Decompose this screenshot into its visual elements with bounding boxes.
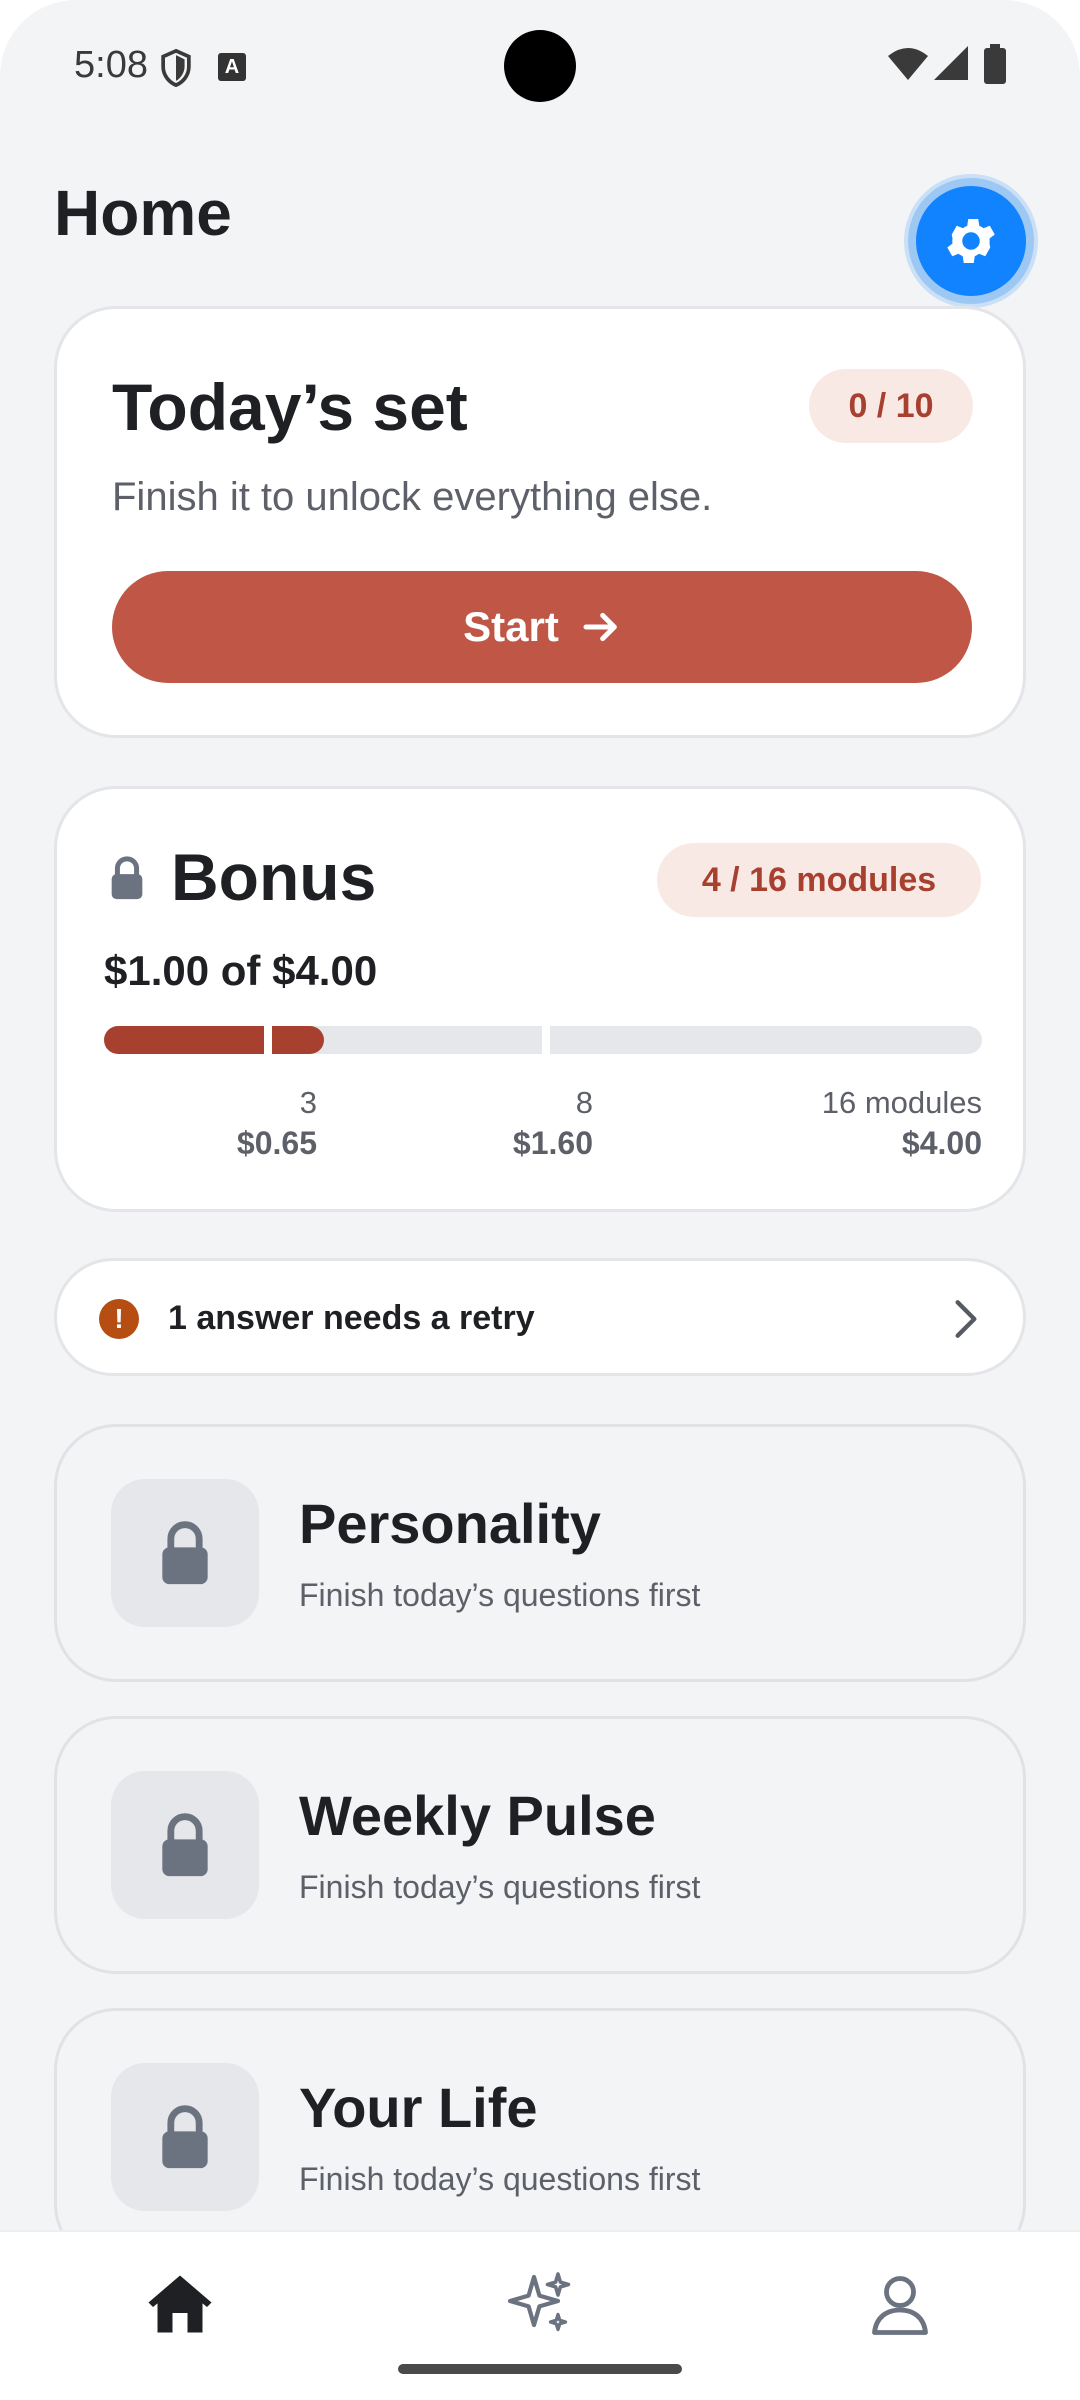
todays-set-progress-badge: 0 / 10 — [809, 369, 973, 443]
wifi-icon — [888, 48, 928, 80]
notification-a-icon: A — [218, 53, 246, 81]
bonus-progress-bar — [104, 1026, 982, 1054]
bonus-amount: $1.00 of $4.00 — [104, 947, 378, 994]
module-lock-box — [111, 1771, 259, 1919]
module-title: Your Life — [299, 2076, 538, 2139]
module-title: Weekly Pulse — [299, 1784, 656, 1847]
module-subtitle: Finish today’s questions first — [299, 2161, 701, 2197]
module-card-personality[interactable]: Personality Finish today’s questions fir… — [54, 1424, 1026, 1682]
retry-text: 1 answer needs a retry — [168, 1299, 535, 1337]
module-lock-box — [111, 1479, 259, 1627]
signal-icon — [934, 46, 968, 80]
home-indicator — [398, 2364, 682, 2374]
module-card-your-life[interactable]: Your Life Finish today’s questions first — [54, 2008, 1026, 2266]
arrow-right-icon — [583, 612, 617, 642]
chevron-right-icon — [955, 1300, 977, 1338]
progress-segment-3 — [550, 1026, 982, 1054]
milestone-count: 3 — [299, 1085, 317, 1120]
start-button-label: Start — [463, 603, 559, 650]
milestone-value: $0.65 — [236, 1125, 317, 1161]
alert-icon: ! — [99, 1299, 139, 1339]
module-title: Personality — [299, 1492, 601, 1555]
milestone-value: $4.00 — [901, 1125, 982, 1161]
shield-icon — [161, 48, 191, 88]
bottom-nav — [0, 2230, 1080, 2400]
lock-icon — [111, 856, 143, 900]
lock-icon — [162, 1813, 208, 1877]
bonus-modules-badge: 4 / 16 modules — [657, 843, 981, 917]
milestone-count: 16 modules — [821, 1085, 982, 1120]
progress-fill-2 — [272, 1026, 324, 1054]
profile-icon[interactable] — [864, 2268, 936, 2340]
home-icon[interactable] — [144, 2268, 216, 2340]
module-subtitle: Finish today’s questions first — [299, 1869, 701, 1905]
progress-fill-1 — [104, 1026, 264, 1054]
gear-icon — [947, 219, 995, 263]
module-subtitle: Finish today’s questions first — [299, 1577, 701, 1613]
settings-button[interactable] — [908, 178, 1034, 304]
module-lock-box — [111, 2063, 259, 2211]
camera-cutout — [504, 30, 576, 102]
sparkles-icon[interactable] — [504, 2268, 576, 2340]
status-time: 5:08 — [74, 44, 148, 86]
milestone-value: $1.60 — [512, 1125, 593, 1161]
milestone-count: 8 — [575, 1085, 593, 1120]
module-card-weekly-pulse[interactable]: Weekly Pulse Finish today’s questions fi… — [54, 1716, 1026, 1974]
page-title: Home — [54, 177, 232, 249]
status-bar: 5:08 A — [0, 0, 1080, 130]
bonus-title: Bonus — [171, 840, 377, 914]
battery-icon — [984, 44, 1006, 84]
todays-set-title: Today’s set — [112, 370, 468, 444]
lock-icon — [162, 1521, 208, 1585]
retry-alert-row[interactable]: ! 1 answer needs a retry — [54, 1258, 1026, 1376]
todays-set-card: Today’s set 0 / 10 Finish it to unlock e… — [54, 306, 1026, 738]
todays-set-subtitle: Finish it to unlock everything else. — [112, 475, 713, 519]
home-screen: 5:08 A Home Today’s set 0 / 10 Finish it… — [0, 0, 1080, 2400]
bonus-card[interactable]: Bonus 4 / 16 modules $1.00 of $4.00 3 $0… — [54, 786, 1026, 1212]
start-button[interactable]: Start — [112, 571, 972, 683]
lock-icon — [162, 2105, 208, 2169]
